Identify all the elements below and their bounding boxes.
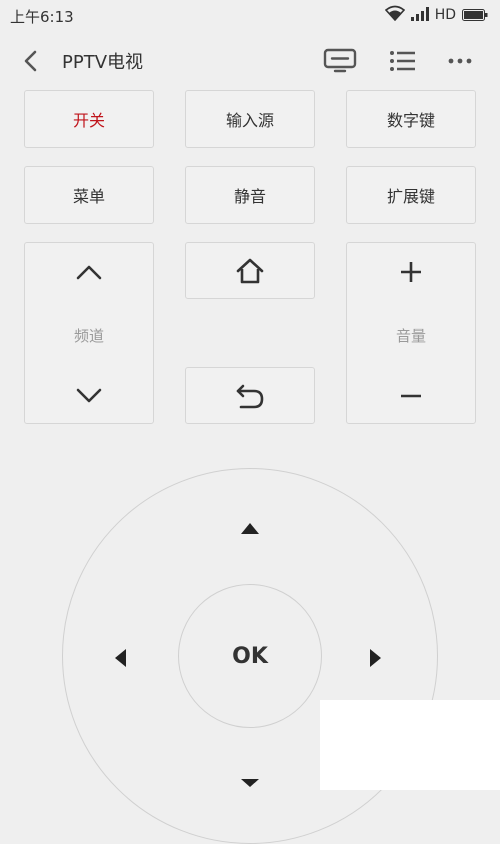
dpad-up-button[interactable]: [230, 510, 270, 546]
return-button[interactable]: [185, 367, 315, 424]
back-button[interactable]: [18, 48, 44, 74]
more-button[interactable]: [442, 46, 478, 76]
chevron-down-icon: [76, 388, 102, 403]
status-icons: HD: [384, 5, 488, 25]
status-time: 上午6:13: [10, 8, 74, 26]
home-button[interactable]: [185, 242, 315, 299]
tv-screen-button[interactable]: [322, 46, 358, 76]
plus-icon: [401, 262, 421, 282]
triangle-right-icon: [370, 649, 381, 667]
triangle-up-icon: [241, 523, 259, 534]
app-bar: PPTV电视: [0, 40, 500, 80]
volume-label: 音量: [395, 327, 426, 345]
ok-button[interactable]: OK: [178, 584, 322, 728]
chevron-left-icon: [24, 50, 37, 72]
network-type: HD: [434, 7, 456, 23]
extend-keys-button[interactable]: 扩展键: [346, 166, 476, 224]
battery-icon: [462, 6, 488, 25]
channel-down-button[interactable]: [25, 367, 153, 425]
dpad-left-button[interactable]: [102, 638, 138, 678]
volume-down-button[interactable]: [347, 367, 475, 425]
number-keys-button[interactable]: 数字键: [346, 90, 476, 148]
volume-rocker: 音量: [346, 242, 476, 424]
volume-up-button[interactable]: [347, 243, 475, 301]
channel-label: 频道: [73, 327, 104, 345]
channel-up-button[interactable]: [25, 243, 153, 301]
mute-button[interactable]: 静音: [185, 166, 315, 224]
chevron-up-icon: [76, 265, 102, 280]
triangle-down-icon: [241, 779, 259, 787]
power-button[interactable]: 开关: [24, 90, 154, 148]
list-button[interactable]: [385, 46, 421, 76]
more-dots-icon: [448, 58, 472, 64]
dpad-right-button[interactable]: [358, 638, 394, 678]
home-icon: [236, 258, 264, 283]
status-bar: 上午6:13 HD: [0, 0, 500, 30]
return-icon: [236, 384, 264, 408]
channel-rocker: 频道: [24, 242, 154, 424]
dpad-down-button[interactable]: [230, 770, 270, 790]
menu-button[interactable]: 菜单: [24, 166, 154, 224]
wifi-icon: [384, 5, 405, 25]
minus-icon: [401, 394, 421, 398]
white-corner-area: [320, 700, 500, 790]
signal-icon: [410, 6, 429, 25]
input-source-button[interactable]: 输入源: [185, 90, 315, 148]
list-icon: [390, 51, 415, 71]
triangle-left-icon: [115, 649, 126, 667]
tv-screen-icon: [323, 48, 357, 73]
page-title: PPTV电视: [62, 52, 144, 73]
